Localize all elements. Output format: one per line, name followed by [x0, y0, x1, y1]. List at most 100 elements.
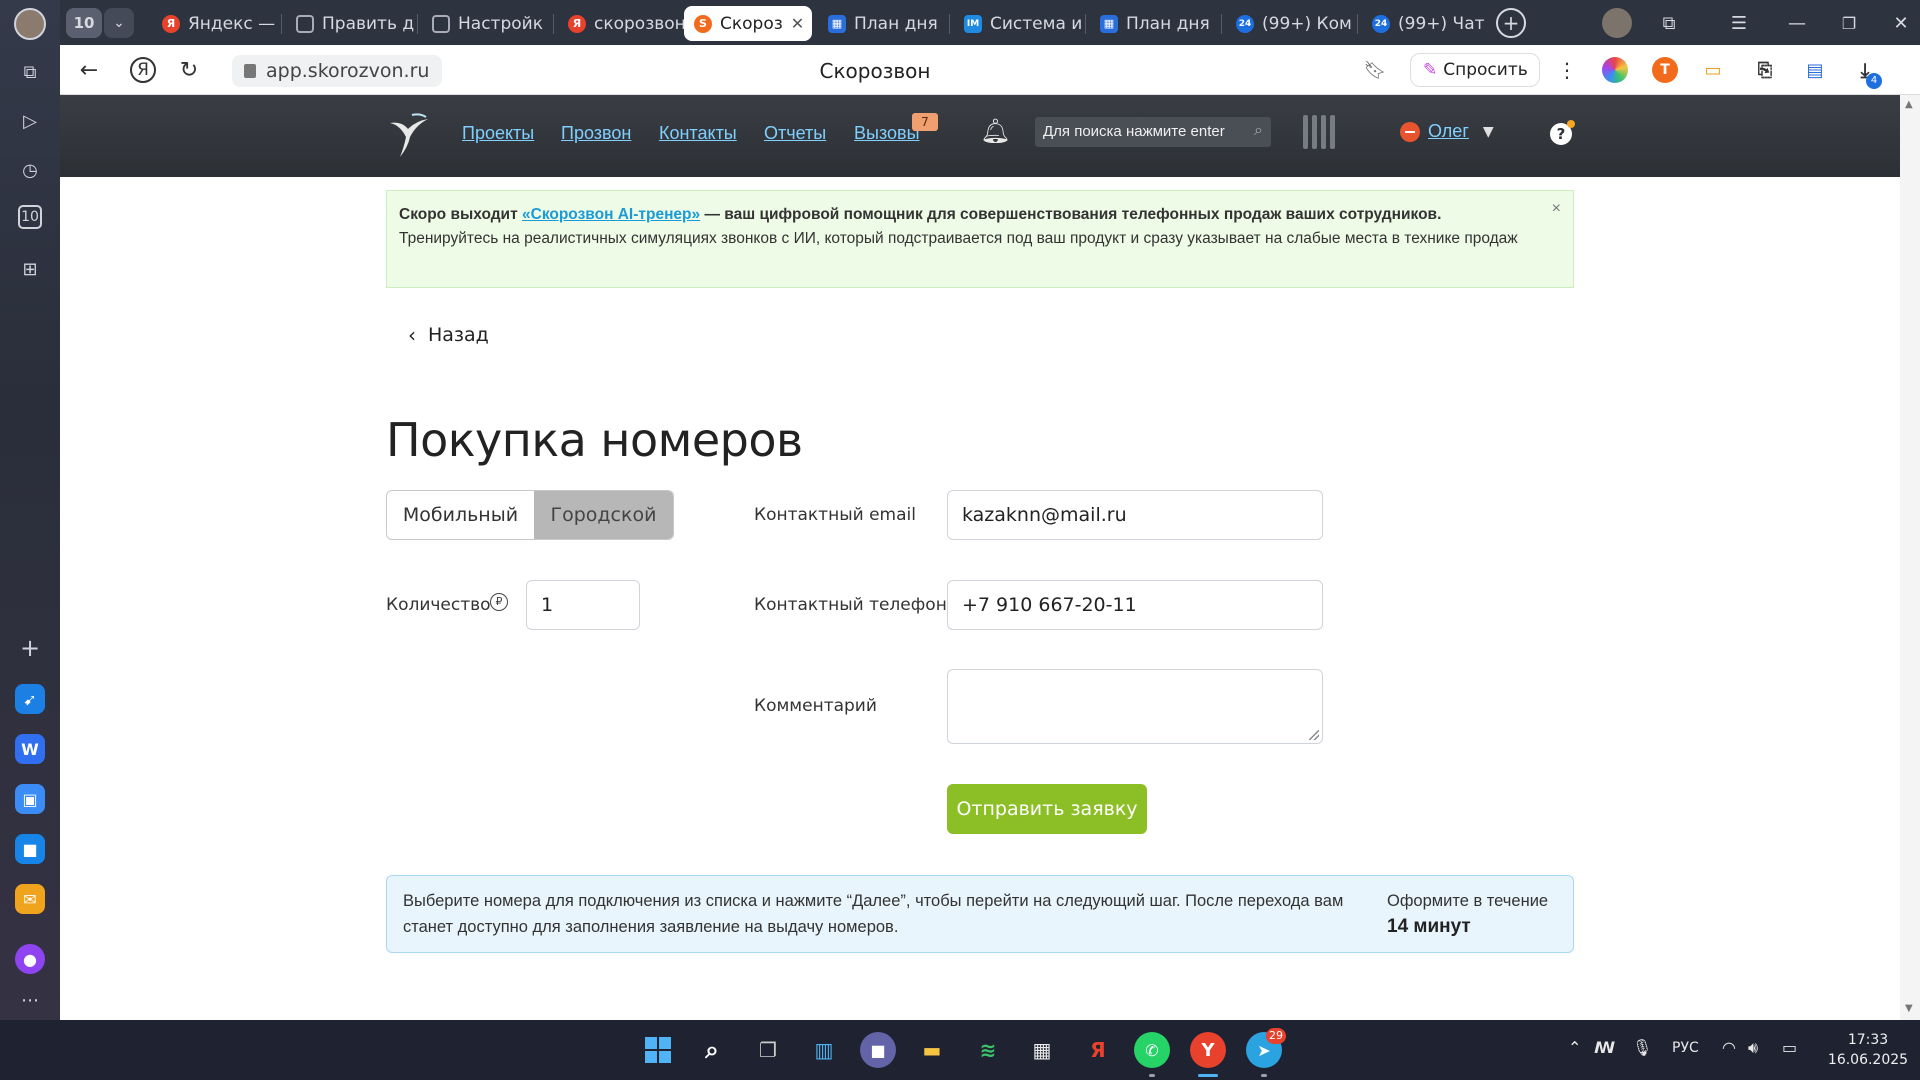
task-view-icon[interactable]: ❐	[750, 1032, 786, 1068]
bookmark-icon[interactable]: 🔖︎	[1360, 55, 1390, 85]
new-tab-button[interactable]: +	[1496, 8, 1526, 38]
menu-contacts[interactable]: Контакты	[659, 123, 737, 144]
quantity-input[interactable]: 1	[526, 580, 640, 630]
page-favicon-icon	[432, 14, 450, 33]
store-icon[interactable]: ▦	[1024, 1032, 1060, 1068]
tabs-count-icon[interactable]: 10	[18, 205, 42, 229]
lock-icon	[244, 64, 256, 78]
phone-field[interactable]: +7 910 667-20-11	[947, 580, 1323, 630]
scroll-down-icon[interactable]: ▼	[1905, 1003, 1913, 1014]
tab-label: Скороз	[720, 13, 783, 34]
tab-day-plan-2[interactable]: ▦ План дня	[1090, 6, 1222, 41]
tab-search-skorozvon[interactable]: Я скорозвон	[558, 6, 690, 41]
app-alice-icon[interactable]: ●	[15, 944, 45, 974]
global-search-input[interactable]: Для поиска нажмите enter ⌕	[1035, 117, 1271, 147]
tab-list-chevron-icon[interactable]: ⌄	[104, 8, 134, 38]
page-scrollbar[interactable]: ▲ ▼	[1900, 95, 1920, 1020]
phone-label: Контактный телефон	[754, 595, 947, 615]
layers-app-icon[interactable]: ≋	[970, 1032, 1006, 1068]
url-text: app.skorozvon.ru	[266, 60, 430, 82]
ask-ai-button[interactable]: ✎ Спросить	[1410, 53, 1540, 87]
type-city-button[interactable]: Городской	[533, 491, 673, 539]
widgets-icon[interactable]: ▥	[806, 1032, 842, 1068]
submit-request-button[interactable]: Отправить заявку	[947, 784, 1147, 834]
language-indicator[interactable]: РУС	[1672, 1040, 1699, 1056]
comment-textarea[interactable]	[947, 669, 1323, 744]
microphone-icon[interactable]: 🎙︎	[1632, 1038, 1652, 1057]
telegram-badge: 29	[1266, 1028, 1286, 1044]
teams-icon[interactable]: ■	[860, 1032, 896, 1068]
tab-edit[interactable]: Править д	[286, 6, 418, 41]
yandex-favicon-icon: Я	[162, 14, 180, 33]
resize-handle-icon[interactable]	[1309, 730, 1319, 740]
video-icon[interactable]: ▷	[15, 106, 45, 136]
tab-counter-button[interactable]: 10	[66, 8, 102, 38]
email-field[interactable]: kazaknn@mail.ru	[947, 490, 1323, 540]
more-options-icon[interactable]: ⋮	[1552, 55, 1582, 85]
volume-icon[interactable]: 🔊︎	[1748, 1038, 1758, 1058]
skorozvon-logo-icon[interactable]	[386, 111, 430, 159]
tab-comments[interactable]: 24 (99+) Ком	[1226, 6, 1358, 41]
t-ext-icon[interactable]: T	[1652, 57, 1678, 83]
wifi-icon[interactable]: ◠	[1722, 1038, 1736, 1057]
more-icon[interactable]: ⋯	[15, 985, 45, 1015]
yandex-favicon-icon: Я	[568, 14, 586, 33]
tab-yandex[interactable]: Я Яндекс —	[152, 6, 282, 41]
add-panel-icon[interactable]: +	[15, 633, 45, 663]
help-icon[interactable]: ?	[1550, 120, 1575, 145]
whatsapp-icon[interactable]: ✆	[1134, 1032, 1170, 1068]
collections-icon[interactable]: ⧉	[15, 57, 45, 87]
app-header: Проекты Прозвон Контакты Отчеты Вызовы 7…	[60, 95, 1900, 177]
url-field[interactable]: app.skorozvon.ru	[232, 55, 442, 87]
translate-ext-icon[interactable]: ▤	[1802, 57, 1828, 83]
restore-icon[interactable]: ❐	[1834, 8, 1864, 38]
tray-app-icon[interactable]: ꟿ	[1594, 1038, 1615, 1057]
yandex-app-icon[interactable]: Я	[1080, 1032, 1116, 1068]
battery-ext-icon[interactable]: ▭	[1700, 57, 1726, 83]
reload-icon[interactable]: ↻	[174, 55, 204, 85]
start-windows-icon[interactable]	[640, 1032, 676, 1068]
type-mobile-button[interactable]: Мобильный	[387, 491, 534, 539]
account-avatar[interactable]	[1602, 8, 1632, 38]
tab-system[interactable]: IM Система и	[954, 6, 1086, 41]
running-indicator	[1261, 1074, 1267, 1077]
tab-chat[interactable]: 24 (99+) Чат	[1362, 6, 1494, 41]
explorer-icon[interactable]: ▬	[914, 1032, 950, 1068]
search-icon[interactable]: ⌕	[694, 1032, 730, 1068]
app-telemost-icon[interactable]: ■	[15, 834, 45, 864]
menu-reports[interactable]: Отчеты	[764, 123, 826, 144]
tray-chevron-up-icon[interactable]: ⌃	[1568, 1038, 1581, 1057]
close-banner-icon[interactable]: ×	[1552, 197, 1561, 221]
bell-icon[interactable]: 🔔︎	[980, 117, 1010, 145]
menu-projects[interactable]: Проекты	[462, 123, 534, 144]
tab-day-plan[interactable]: ▦ План дня	[818, 6, 950, 41]
app-word-icon[interactable]: W	[15, 734, 45, 764]
close-tab-icon[interactable]: ✕	[791, 14, 804, 33]
promo-link[interactable]: «Скорозвон AI-тренер»	[522, 206, 700, 223]
tab-settings[interactable]: Настройк	[422, 6, 554, 41]
app-mail-icon[interactable]: ✉	[15, 884, 45, 914]
phone-widget-icon[interactable]	[1303, 115, 1335, 149]
clock[interactable]: 17:33 16.06.2025	[1822, 1030, 1914, 1070]
app-messenger-icon[interactable]: ➹	[15, 684, 45, 714]
back-link[interactable]: ‹ Назад	[408, 323, 489, 347]
yandex-logo-icon[interactable]: Я	[130, 57, 156, 83]
yandex-browser-icon[interactable]: Y	[1190, 1032, 1226, 1068]
menu-icon[interactable]: ☰	[1724, 8, 1754, 38]
minimize-icon[interactable]: —	[1782, 8, 1812, 38]
back-arrow-icon[interactable]: ←	[74, 55, 104, 85]
collections-icon[interactable]: ⧉	[1654, 8, 1684, 38]
app-disk-icon[interactable]: ▣	[15, 784, 45, 814]
profile-avatar[interactable]	[14, 8, 46, 40]
close-window-icon[interactable]: ✕	[1886, 8, 1916, 38]
menu-dialer[interactable]: Прозвон	[561, 123, 631, 144]
color-ext-icon[interactable]	[1602, 57, 1628, 83]
tab-skorozvon-active[interactable]: S Скороз ✕	[684, 6, 812, 41]
battery-icon[interactable]: ▭	[1782, 1038, 1797, 1057]
apps-grid-icon[interactable]: ⊞	[15, 254, 45, 284]
history-icon[interactable]: ◷	[15, 155, 45, 185]
user-menu[interactable]: Олег ▼	[1400, 121, 1494, 142]
reader-ext-icon[interactable]: ⎘	[1752, 57, 1778, 83]
scroll-up-icon[interactable]: ▲	[1905, 99, 1913, 110]
menu-calls[interactable]: Вызовы	[854, 123, 920, 144]
